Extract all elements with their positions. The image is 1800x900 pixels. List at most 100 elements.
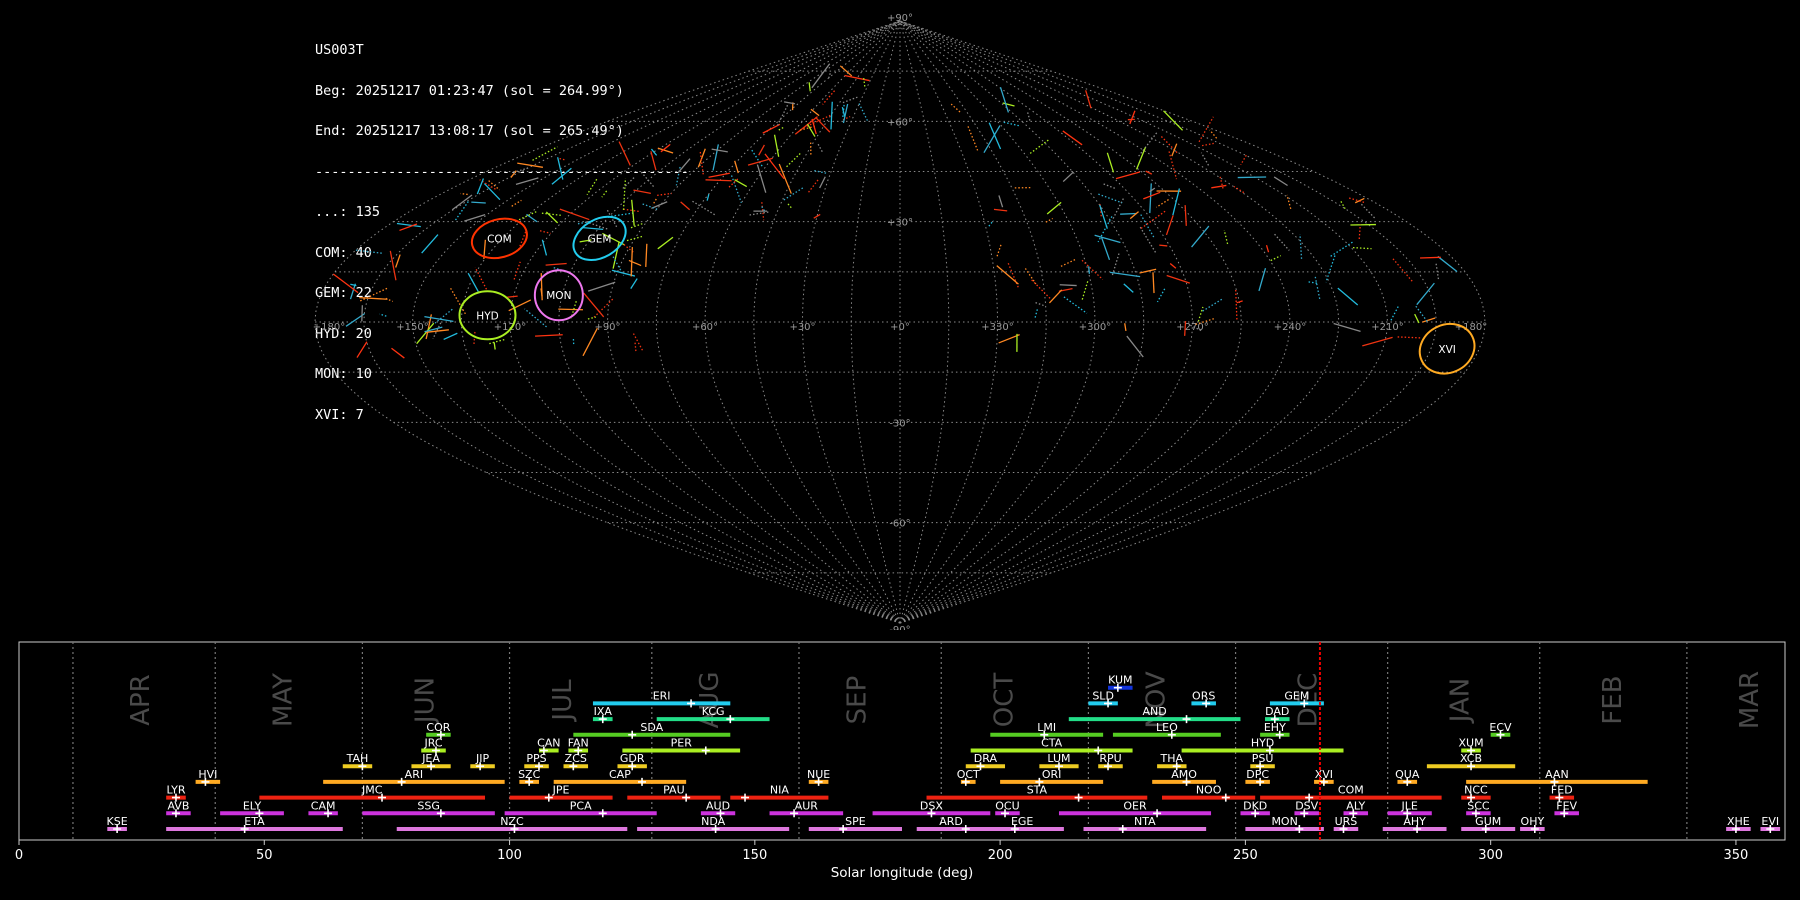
meteor-trail xyxy=(776,103,789,126)
meteor-trail xyxy=(1201,142,1214,147)
shower-label: ECV xyxy=(1489,721,1512,734)
shower-label: KCG xyxy=(702,705,725,718)
meteor-trail xyxy=(764,153,785,180)
month-label: JUN xyxy=(411,677,441,725)
meteor-trail xyxy=(827,73,831,80)
x-tick-label: 350 xyxy=(1724,848,1749,863)
meteor-trail xyxy=(690,199,716,216)
shower-label: HVI xyxy=(198,768,217,781)
meteor-trail xyxy=(1236,300,1243,304)
meteor-trail xyxy=(778,163,792,194)
shower-label: COM xyxy=(1338,784,1364,797)
lat-tick-label: +60° xyxy=(887,117,913,128)
meteor-trail xyxy=(628,259,642,267)
meteor-trail xyxy=(488,180,500,191)
meteor-trail xyxy=(1102,182,1116,189)
radiant-label: HYD xyxy=(476,310,498,322)
radiant-label: GEM xyxy=(588,233,612,245)
meteor-trail xyxy=(1139,268,1157,274)
meteor-trail xyxy=(998,195,1004,208)
shower-label: AAN xyxy=(1545,768,1569,781)
month-label: OCT xyxy=(990,673,1020,728)
meteor-trail xyxy=(1223,229,1229,245)
meteor-trail xyxy=(454,201,469,222)
shower-label: KUM xyxy=(1108,674,1132,687)
meteor-trail xyxy=(1329,241,1353,258)
shower-label: JIP xyxy=(475,752,489,765)
shower-label: LMI xyxy=(1037,721,1056,734)
month-label: FEB xyxy=(1598,675,1628,724)
meteor-trail xyxy=(1059,284,1077,287)
shower-label: URS xyxy=(1335,815,1358,828)
radiant-label: XVI xyxy=(1438,344,1455,356)
shower-label: AUR xyxy=(795,799,819,812)
meteor-trail xyxy=(1099,204,1108,229)
meteor-trail xyxy=(1159,244,1168,247)
meteor-trail xyxy=(783,101,796,105)
shower-label: GUM xyxy=(1475,815,1501,828)
meteor-trail xyxy=(1110,271,1141,278)
shower-label: EGE xyxy=(1011,815,1033,828)
shower-label: ELY xyxy=(243,799,262,812)
x-tick-label: 200 xyxy=(988,848,1013,863)
shower-label: EVI xyxy=(1761,815,1779,828)
meteor-trail xyxy=(1101,237,1111,260)
meteor-trail xyxy=(705,179,732,182)
meteor-trail xyxy=(421,234,439,254)
meteor-trail xyxy=(819,176,826,189)
shower-label: JEA xyxy=(421,752,440,765)
radiant-label: MON xyxy=(546,290,571,302)
shower-label: ALY xyxy=(1346,799,1365,812)
meteor-trail xyxy=(706,194,710,201)
meteor-trail xyxy=(1003,121,1020,127)
meteor-trail xyxy=(582,226,604,230)
meteor-trail xyxy=(1333,322,1361,333)
meteor-trail xyxy=(1140,210,1167,229)
lat-tick-label: +90° xyxy=(887,13,913,24)
meteor-trail xyxy=(1169,263,1177,269)
shower-label: THA xyxy=(1160,752,1184,765)
meteor-trail xyxy=(632,333,644,352)
meteor-trail xyxy=(1352,246,1372,250)
meteor-trail xyxy=(356,341,368,358)
meteor-trail xyxy=(842,96,859,104)
meteor-trail xyxy=(711,148,728,153)
meteor-trail xyxy=(657,236,674,250)
meteor-trail xyxy=(493,342,496,350)
meteor-trail xyxy=(1422,317,1436,323)
shower-label: NCC xyxy=(1464,784,1488,797)
shower-label: JRC xyxy=(424,737,443,750)
meteor-trail xyxy=(1197,306,1204,322)
radiant-label: COM xyxy=(487,233,512,245)
shower-label: SPE xyxy=(845,815,866,828)
sky-map: +180° +150° +120° +90° +60° +30° +0° +330° +300°… xyxy=(313,13,1487,630)
lon-tick-label: +120° xyxy=(494,322,526,333)
meteor-trail xyxy=(332,273,359,294)
meteor-trail xyxy=(1201,298,1223,313)
shower-label: LUM xyxy=(1047,752,1070,765)
meteor-trail xyxy=(734,179,748,188)
timeline-frame xyxy=(18,641,1786,841)
meteor-trail xyxy=(354,249,382,254)
meteor-trail xyxy=(1048,289,1063,304)
meteor-trail xyxy=(1081,259,1104,280)
meteor-trail xyxy=(1274,233,1290,251)
shower-label: ARD xyxy=(939,815,963,828)
shower-label: NDA xyxy=(701,815,726,828)
meteor-trail xyxy=(515,177,539,186)
meteor-trail xyxy=(708,172,730,178)
meteor-trail xyxy=(816,142,823,152)
meteor-trail xyxy=(756,164,767,193)
shower-label: AMO xyxy=(1171,768,1197,781)
meteor-trail xyxy=(1027,112,1031,121)
meteor-trail xyxy=(950,103,961,113)
shower-label: LYR xyxy=(166,784,185,797)
meteor-trail xyxy=(1156,288,1166,303)
meteor-trail xyxy=(391,347,405,359)
lat-tick-label: -30° xyxy=(889,418,910,429)
x-tick-label: 300 xyxy=(1478,848,1503,863)
shower-label: CTA xyxy=(1041,737,1063,750)
meteor-trail xyxy=(517,162,543,168)
meteor-trail xyxy=(1306,280,1318,284)
shower-label: XVI xyxy=(1315,768,1333,781)
